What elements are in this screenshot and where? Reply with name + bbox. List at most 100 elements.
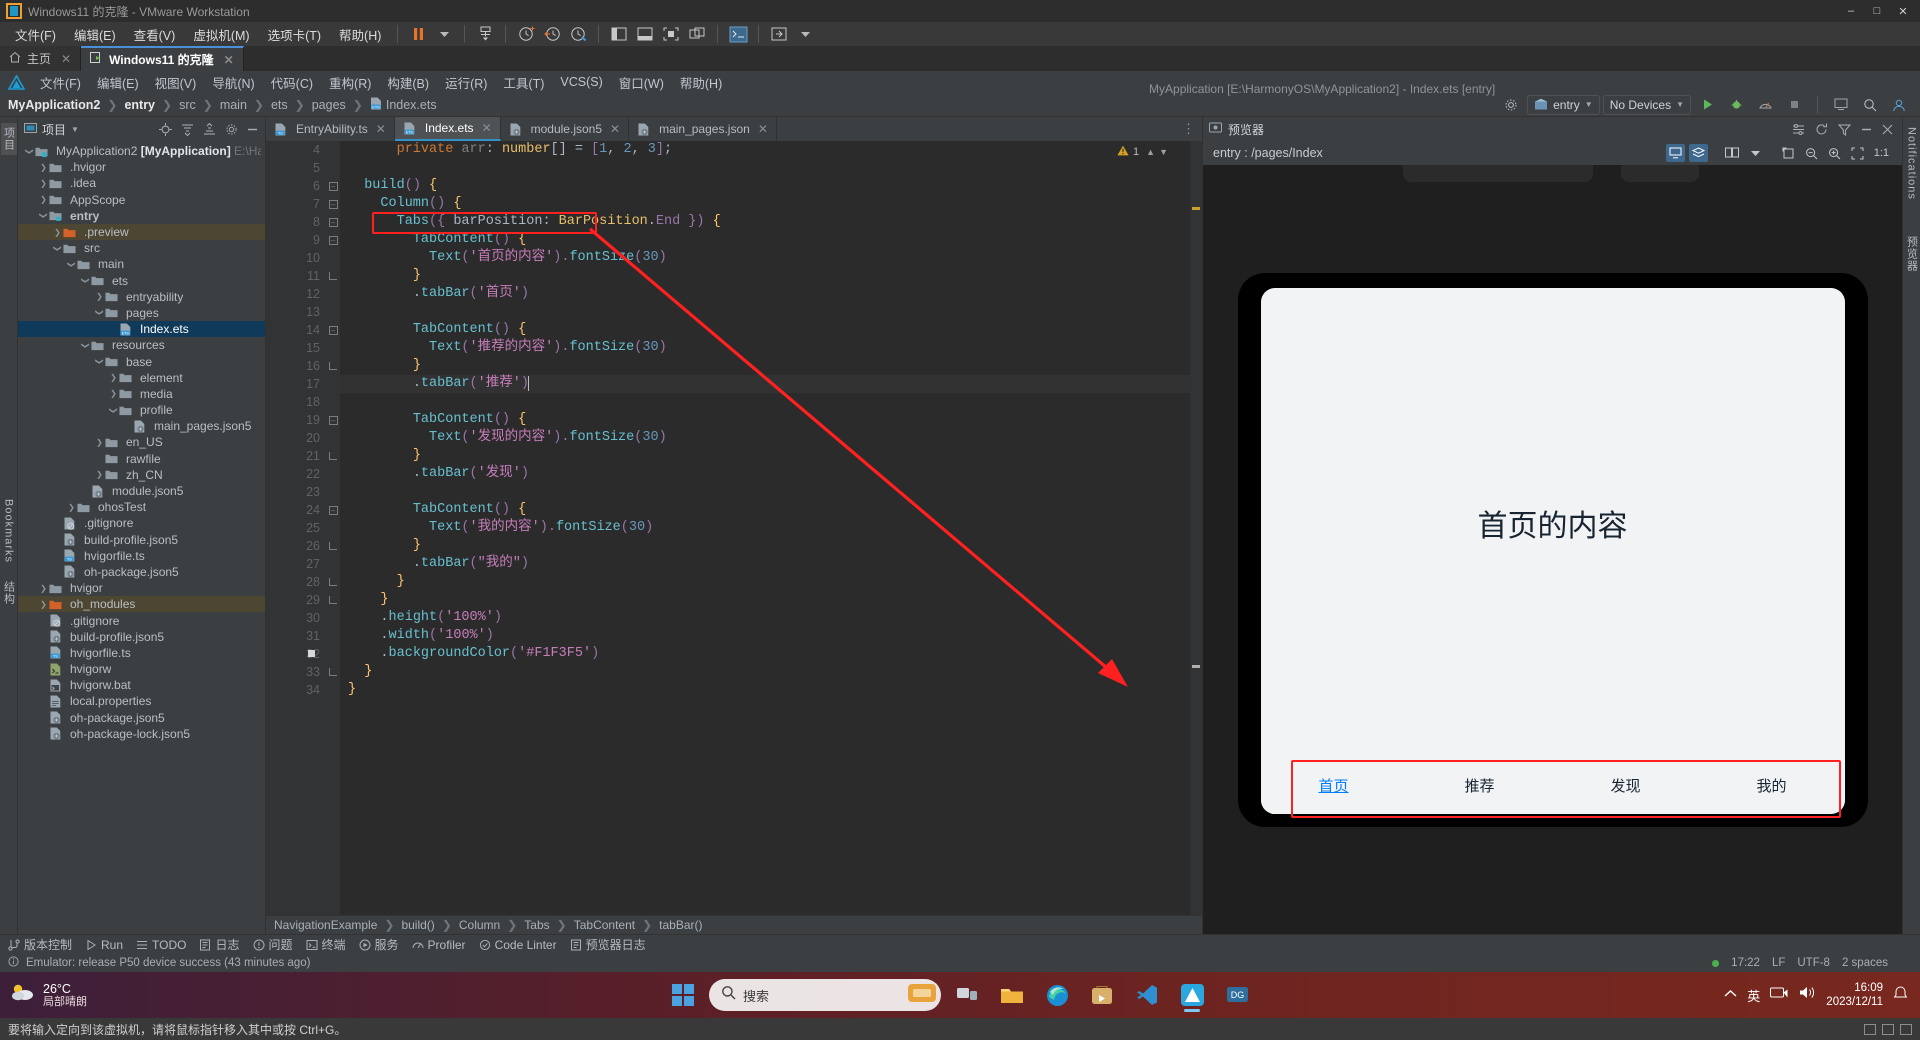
fold-collapse-icon[interactable]: –: [329, 326, 338, 335]
ide-menu-edit[interactable]: 编辑(E): [89, 72, 147, 93]
tree-row[interactable]: .gitignore: [18, 515, 265, 531]
vmware-menu-edit[interactable]: 编辑(E): [65, 23, 125, 46]
store-icon[interactable]: [1083, 976, 1121, 1014]
close-icon[interactable]: ✕: [758, 122, 768, 136]
tool-window-服务[interactable]: 服务: [359, 936, 399, 953]
taskbar-search-box[interactable]: 搜索: [709, 979, 941, 1011]
ide-menu-code[interactable]: 代码(C): [263, 72, 321, 93]
tool-window-Run[interactable]: Run: [85, 938, 123, 952]
revert-snapshot-icon[interactable]: [539, 23, 565, 45]
tree-row[interactable]: ❯entry: [18, 208, 265, 224]
hide-icon[interactable]: [1878, 118, 1896, 140]
unity-mode-icon[interactable]: [684, 23, 710, 45]
tool-window-TODO[interactable]: TODO: [136, 938, 186, 952]
fold-marker[interactable]: –: [326, 501, 340, 519]
tree-row[interactable]: ❯MyApplication2 [MyApplication] E:\Harm: [18, 143, 265, 159]
tree-row[interactable]: module.json5: [18, 483, 265, 499]
taskbar-weather-widget[interactable]: 26°C 局部晴朗: [10, 982, 87, 1009]
tree-row[interactable]: ❯hvigor: [18, 580, 265, 596]
close-icon[interactable]: ✕: [224, 53, 234, 67]
panel-bottom-icon[interactable]: [632, 23, 658, 45]
editor-gutter[interactable]: 45678910111213141516 1718192021222324252…: [266, 141, 326, 915]
chevron-up-icon[interactable]: [1724, 986, 1737, 1004]
structure-breadcrumb-item[interactable]: NavigationExample: [274, 918, 377, 932]
ide-menu-view[interactable]: 视图(V): [147, 72, 205, 93]
layers-icon[interactable]: [1689, 144, 1708, 162]
volume-icon[interactable]: [1799, 985, 1816, 1005]
ide-menu-refactor[interactable]: 重构(R): [321, 72, 379, 93]
close-icon[interactable]: ✕: [610, 122, 620, 136]
fold-collapse-icon[interactable]: –: [329, 416, 338, 425]
chevron-down-icon[interactable]: ❯: [67, 259, 76, 270]
task-view-icon[interactable]: [948, 976, 986, 1014]
tree-row[interactable]: ❯zh_CN: [18, 467, 265, 483]
tool-window-预览器日志[interactable]: 预览器日志: [570, 936, 646, 953]
ide-menu-tools[interactable]: 工具(T): [495, 72, 552, 93]
send-keys-icon[interactable]: [766, 23, 792, 45]
multi-device-icon[interactable]: [1722, 144, 1742, 162]
editor-tab[interactable]: main_pages.json✕: [629, 117, 777, 141]
filter-icon[interactable]: [1834, 118, 1854, 140]
code-line[interactable]: Column() {: [340, 195, 1202, 213]
breadcrumb-pages[interactable]: pages: [312, 98, 346, 112]
tree-row[interactable]: TShvigorfile.ts: [18, 645, 265, 661]
chevron-down-icon[interactable]: ❯: [25, 146, 34, 157]
close-icon[interactable]: ✕: [376, 122, 386, 136]
chevron-down-icon[interactable]: ❯: [53, 243, 62, 254]
file-explorer-icon[interactable]: [993, 976, 1031, 1014]
code-line[interactable]: }: [340, 681, 1202, 699]
close-icon[interactable]: ✕: [61, 52, 71, 66]
code-line[interactable]: .tabBar("我的"): [340, 555, 1202, 573]
project-file-tree[interactable]: ❯MyApplication2 [MyApplication] E:\Harm❯…: [18, 141, 265, 934]
chevron-down-icon[interactable]: ❯: [95, 356, 104, 367]
ide-menu-help[interactable]: 帮助(H): [672, 72, 730, 93]
chevron-right-icon[interactable]: ❯: [108, 373, 119, 382]
status-line-sep[interactable]: LF: [1772, 957, 1785, 969]
module-selector[interactable]: entry ▼: [1527, 95, 1600, 115]
fold-marker[interactable]: [326, 357, 340, 375]
breadcrumb-project[interactable]: MyApplication2: [8, 98, 100, 112]
fold-collapse-icon[interactable]: –: [329, 236, 338, 245]
chevron-up-icon[interactable]: ▲: [1146, 147, 1155, 157]
settings-icon[interactable]: [1788, 118, 1808, 140]
code-line[interactable]: build() {: [340, 177, 1202, 195]
minimize-icon[interactable]: [1857, 118, 1875, 140]
code-line[interactable]: }: [340, 357, 1202, 375]
manage-snapshot-icon[interactable]: [565, 23, 591, 45]
fold-marker[interactable]: [326, 591, 340, 609]
ime-indicator[interactable]: 英: [1747, 986, 1760, 1005]
expand-all-icon[interactable]: [177, 118, 197, 140]
code-line[interactable]: .tabBar('推荐'): [340, 375, 1202, 393]
ide-menu-file[interactable]: 文件(F): [32, 72, 89, 93]
breadcrumb-main[interactable]: main: [220, 98, 247, 112]
editor-tab[interactable]: module.json5✕: [501, 117, 629, 141]
caret-icon[interactable]: [792, 23, 818, 45]
tool-window-Profiler[interactable]: Profiler: [412, 938, 466, 952]
code-line[interactable]: Text('发现的内容').fontSize(30): [340, 429, 1202, 447]
notification-icon[interactable]: [1893, 985, 1908, 1005]
tree-row[interactable]: ❯resources: [18, 337, 265, 353]
code-editor[interactable]: 45678910111213141516 1718192021222324252…: [266, 141, 1202, 915]
chevron-right-icon[interactable]: ❯: [38, 163, 49, 172]
tree-row[interactable]: ❯.preview: [18, 224, 265, 240]
search-badge-icon[interactable]: [908, 982, 936, 1009]
editor-warning-badge[interactable]: 1 ▲ ▼: [1117, 145, 1168, 159]
chevron-right-icon[interactable]: ❯: [52, 228, 63, 237]
tree-row[interactable]: ❯ohosTest: [18, 499, 265, 515]
editor-scrollbar[interactable]: [1190, 141, 1202, 915]
ide-menu-navigate[interactable]: 导航(N): [204, 72, 262, 93]
zoom-in-icon[interactable]: [1825, 144, 1844, 162]
code-line[interactable]: private arr: number[] = [1, 2, 3];: [340, 141, 1202, 159]
device-selector[interactable]: No Devices ▼: [1603, 95, 1691, 115]
fold-marker[interactable]: –: [326, 321, 340, 339]
fold-collapse-icon[interactable]: –: [329, 506, 338, 515]
disk-activity-icon[interactable]: [1864, 1024, 1876, 1035]
vmware-menu-view[interactable]: 查看(V): [125, 23, 185, 46]
stop-icon[interactable]: [1781, 94, 1807, 116]
code-line[interactable]: .backgroundColor('#F1F3F5'): [340, 645, 1202, 663]
snapshot-manager-icon[interactable]: [472, 23, 498, 45]
code-line[interactable]: .tabBar('发现'): [340, 465, 1202, 483]
refresh-icon[interactable]: [1811, 118, 1831, 140]
fullscreen-icon[interactable]: [658, 23, 684, 45]
code-line[interactable]: [340, 303, 1202, 321]
